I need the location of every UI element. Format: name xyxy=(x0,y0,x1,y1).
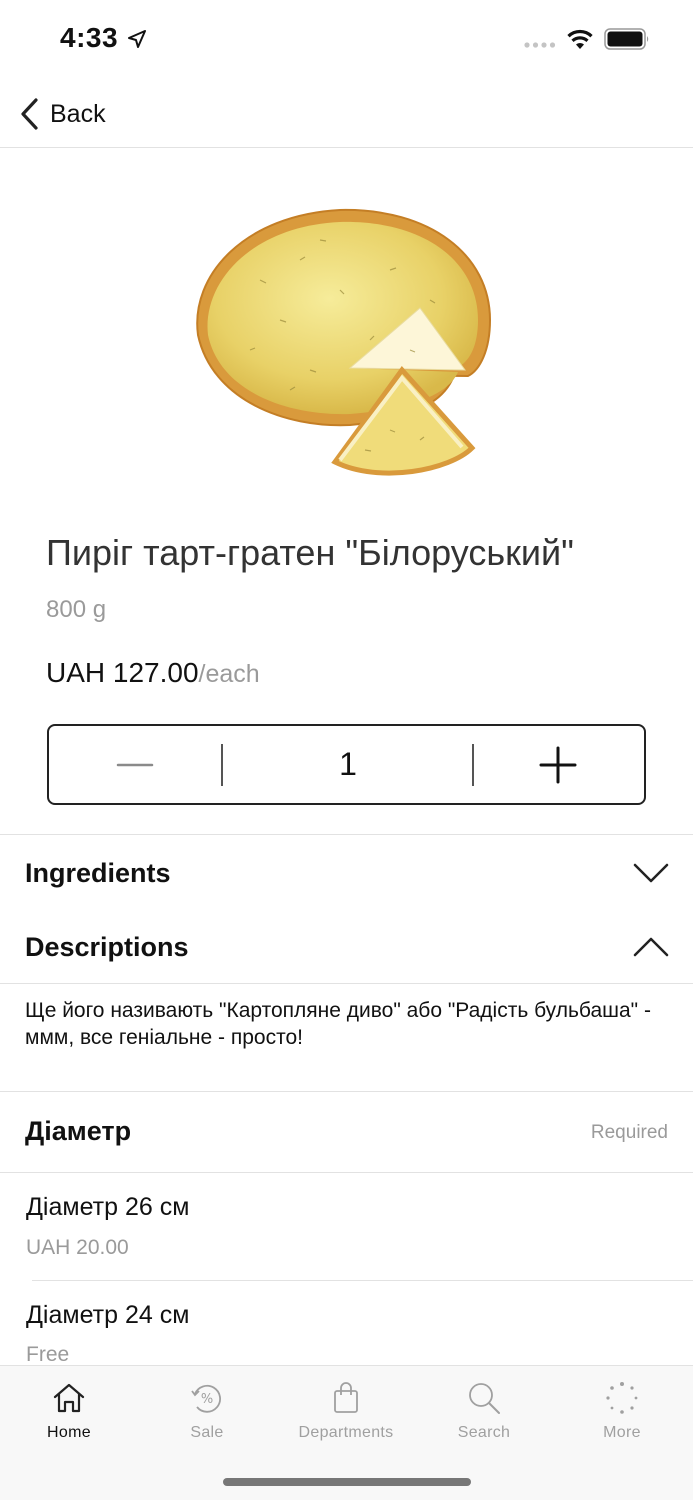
tab-label: Home xyxy=(47,1424,91,1441)
wifi-icon xyxy=(567,29,593,49)
option-price: Free xyxy=(26,1343,70,1366)
decrement-button[interactable] xyxy=(49,726,221,803)
price-row: UAH 127.00/each xyxy=(46,657,260,689)
chevron-left-icon xyxy=(21,98,38,130)
ingredients-toggle[interactable]: Ingredients xyxy=(0,843,693,903)
tab-label: Sale xyxy=(190,1424,224,1441)
quantity-value: 1 xyxy=(339,746,357,782)
product-price: UAH 127.00 xyxy=(46,657,199,688)
option-item[interactable]: Діаметр 24 см Free xyxy=(0,1281,693,1366)
navigation-bar: Back xyxy=(0,80,693,148)
option-group-title: Діаметр xyxy=(25,1116,132,1146)
divider xyxy=(0,834,693,835)
battery-icon xyxy=(604,28,649,50)
tab-label: Departments xyxy=(298,1424,394,1441)
option-item[interactable]: Діаметр 26 см UAH 20.00 xyxy=(0,1173,693,1280)
bag-icon xyxy=(334,1382,358,1413)
status-time: 4:33 xyxy=(60,22,119,53)
option-price: UAH 20.00 xyxy=(26,1236,129,1259)
svg-text:%: % xyxy=(201,1392,213,1407)
divider xyxy=(0,983,693,984)
chevron-down-icon xyxy=(633,863,669,883)
required-badge: Required xyxy=(590,1122,668,1143)
status-bar: 4:33 xyxy=(0,0,693,80)
tab-label: More xyxy=(603,1424,641,1441)
descriptions-toggle[interactable]: Descriptions xyxy=(0,917,693,977)
tab-home[interactable]: Home xyxy=(0,1366,138,1456)
back-label: Back xyxy=(50,99,106,128)
minus-icon xyxy=(116,763,154,766)
tab-more[interactable]: More xyxy=(553,1366,691,1456)
tab-sale[interactable]: % Sale xyxy=(138,1366,276,1456)
increment-button[interactable] xyxy=(472,726,644,803)
location-arrow-icon xyxy=(128,30,146,48)
option-name: Діаметр 26 см xyxy=(26,1193,190,1221)
cellular-signal-icon xyxy=(524,42,556,48)
descriptions-title: Descriptions xyxy=(25,931,189,962)
sale-icon: % xyxy=(191,1384,221,1413)
plus-icon xyxy=(539,746,577,783)
product-image xyxy=(196,208,492,476)
quantity-stepper: 1 xyxy=(47,724,646,805)
back-button[interactable]: Back xyxy=(18,94,106,134)
price-unit: /each xyxy=(198,660,260,688)
home-indicator xyxy=(223,1478,471,1486)
product-title: Пиріг тарт-гратен "Білоруський" xyxy=(46,532,574,573)
tab-label: Search xyxy=(457,1424,511,1441)
home-icon xyxy=(53,1383,85,1413)
tab-search[interactable]: Search xyxy=(415,1366,553,1456)
description-text: Ще його називають "Картопляне диво" або … xyxy=(25,999,651,1049)
more-icon xyxy=(606,1382,638,1414)
chevron-up-icon xyxy=(633,937,669,957)
divider xyxy=(0,1091,693,1092)
search-icon xyxy=(469,1383,500,1414)
product-weight: 800 g xyxy=(46,596,107,623)
tab-departments[interactable]: Departments xyxy=(277,1366,415,1456)
option-name: Діаметр 24 см xyxy=(26,1301,190,1329)
ingredients-title: Ingredients xyxy=(25,857,171,888)
